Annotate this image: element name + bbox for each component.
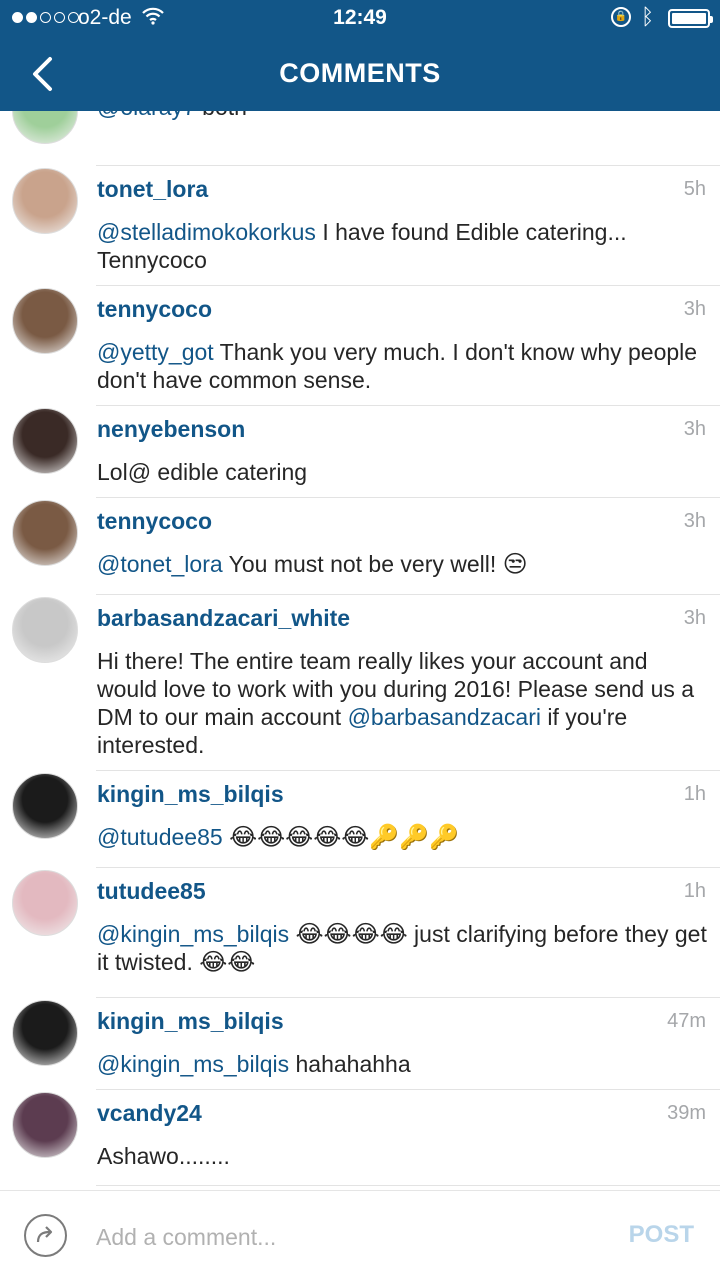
comment-timestamp: 3h: [683, 607, 706, 629]
mention-link[interactable]: @tutudee85: [97, 824, 223, 850]
comment-text-segment: hahahahha: [289, 1051, 411, 1077]
comment-text-segment: both: [196, 111, 247, 120]
comment-username[interactable]: vcandy24: [97, 1100, 202, 1127]
avatar[interactable]: [12, 168, 78, 234]
avatar[interactable]: [12, 1000, 78, 1066]
avatar[interactable]: [12, 408, 78, 474]
comment-input[interactable]: [96, 1217, 576, 1257]
emoji: 😂😂😂😂: [295, 920, 408, 948]
app-header: o2-de 12:49 🔒 ᛒ COMMENTS: [0, 0, 720, 111]
divider: [96, 405, 720, 406]
mention-link[interactable]: @tonet_lora: [97, 551, 223, 577]
divider: [96, 997, 720, 998]
comment-username[interactable]: kingin_ms_bilqis: [97, 1008, 284, 1035]
bluetooth-icon: ᛒ: [641, 4, 655, 29]
mention-link[interactable]: @yetty_got: [97, 339, 214, 365]
comment-username[interactable]: kingin_ms_bilqis: [97, 781, 284, 808]
comment-username[interactable]: tennycoco: [97, 296, 212, 323]
comment-username[interactable]: barbasandzacari_white: [97, 605, 350, 632]
comment-text: @yetty_got Thank you very much. I don't …: [97, 338, 707, 394]
battery-icon: [668, 9, 713, 28]
divider: [96, 165, 720, 166]
avatar[interactable]: [12, 500, 78, 566]
mention-link[interactable]: @olaray7: [97, 111, 196, 120]
divider: [96, 770, 720, 771]
comment-text: Hi there! The entire team really likes y…: [97, 647, 707, 759]
reply-icon[interactable]: [24, 1214, 67, 1257]
comment-username[interactable]: nenyebenson: [97, 416, 245, 443]
mention-link[interactable]: @stelladimokokorkus: [97, 219, 316, 245]
comment-text-segment: Lol@ edible catering: [97, 459, 308, 485]
avatar[interactable]: [12, 597, 78, 663]
avatar[interactable]: [12, 870, 78, 936]
comment-timestamp: 3h: [683, 510, 706, 532]
comment-text: Ashawo........: [97, 1142, 707, 1170]
comment-text: @stelladimokokorkus I have found Edible …: [97, 218, 707, 274]
mention-link[interactable]: @kingin_ms_bilqis: [97, 1051, 289, 1077]
comment-timestamp: 1h: [683, 880, 706, 902]
avatar[interactable]: [12, 773, 78, 839]
comment-text: @tutudee85 😂😂😂😂😂🔑🔑🔑: [97, 823, 707, 851]
divider: [96, 594, 720, 595]
avatar[interactable]: [12, 1092, 78, 1158]
avatar[interactable]: [12, 288, 78, 354]
comment-text: @tonet_lora You must not be very well! 😒: [97, 550, 707, 578]
emoji: 😂😂😂😂😂🔑🔑🔑: [229, 823, 459, 851]
comment-username[interactable]: tonet_lora: [97, 176, 208, 203]
divider: [96, 285, 720, 286]
comment-timestamp: 39m: [667, 1102, 706, 1124]
comment-timestamp: 5h: [683, 178, 706, 200]
divider: [96, 497, 720, 498]
avatar[interactable]: [12, 111, 78, 144]
comment-timestamp: 3h: [683, 418, 706, 440]
comment-timestamp: 1h: [683, 783, 706, 805]
page-title: COMMENTS: [279, 58, 441, 88]
comment-username[interactable]: tutudee85: [97, 878, 206, 905]
comment-text-segment: Ashawo........: [97, 1143, 230, 1169]
comment-text: @kingin_ms_bilqis 😂😂😂😂 just clarifying b…: [97, 920, 707, 976]
comment-username[interactable]: tennycoco: [97, 508, 212, 535]
divider: [96, 1089, 720, 1090]
divider: [96, 1185, 720, 1186]
comment-timestamp: 3h: [683, 298, 706, 320]
divider: [96, 867, 720, 868]
mention-link[interactable]: @barbasandzacari: [348, 704, 541, 730]
comment-text: @olaray7 both: [97, 111, 707, 121]
status-bar: o2-de 12:49 🔒 ᛒ: [0, 0, 720, 38]
comments-list[interactable]: @olaray7 both tonet_lora 5h @stelladimokoko…: [0, 111, 720, 1191]
mention-link[interactable]: @kingin_ms_bilqis: [97, 921, 289, 947]
comment-composer: POST: [0, 1190, 720, 1280]
post-button[interactable]: POST: [629, 1221, 694, 1249]
comment-text: Lol@ edible catering: [97, 458, 707, 486]
emoji: 😂😂: [199, 948, 256, 976]
comment-text: @kingin_ms_bilqis hahahahha: [97, 1050, 707, 1078]
emoji: 😒: [502, 550, 528, 578]
comment-timestamp: 47m: [667, 1010, 706, 1032]
rotation-lock-icon: 🔒: [611, 7, 631, 27]
comment-text-segment: You must not be very well!: [222, 551, 503, 577]
